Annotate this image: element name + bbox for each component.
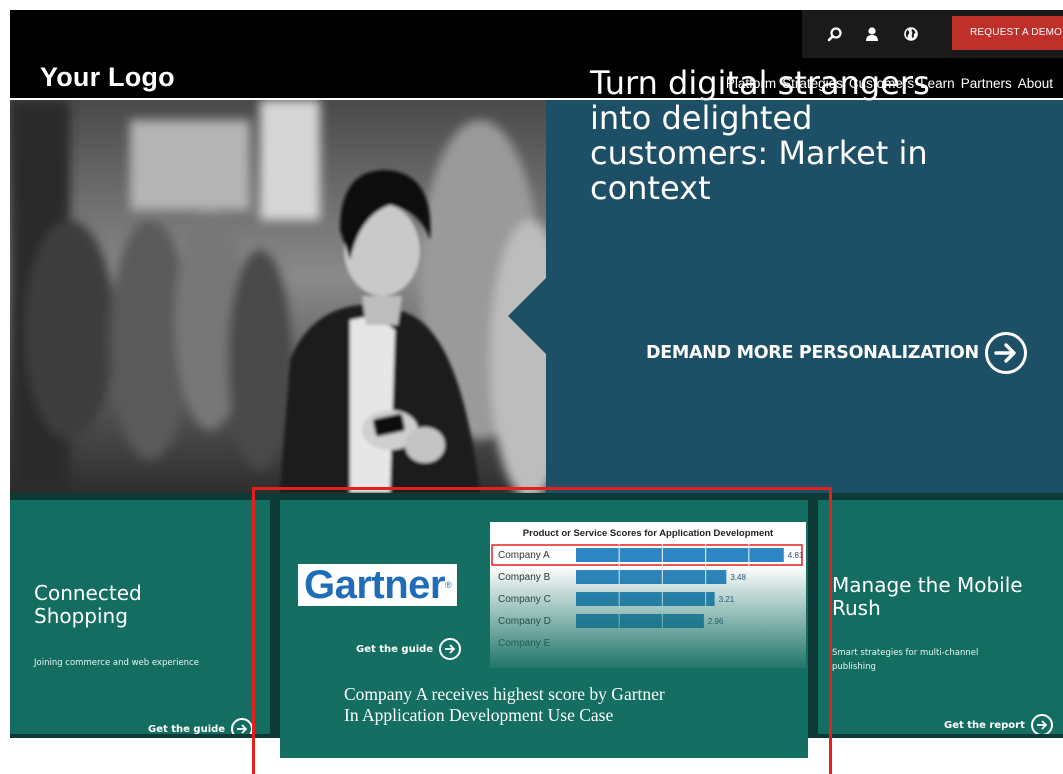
chart-plot: Company A 4.81Company B 3.48Company C 3.21C… <box>491 544 804 654</box>
arrow-right-circle-icon <box>1030 714 1053 734</box>
hero-panel-notch <box>508 276 548 356</box>
arrow-right-circle-icon <box>439 638 462 660</box>
hero-cta-label: DEMAND MORE PERSONALIZATION <box>646 343 979 363</box>
caption-line: In Application Development Use Case <box>344 705 614 725</box>
tile-connected-shopping[interactable]: Connected Shopping Joining commerce and … <box>10 500 270 734</box>
chart-bar <box>576 570 727 584</box>
score-chart: Product or Service Scores for Applicatio… <box>490 522 806 668</box>
arrow-right-circle-icon <box>231 718 254 734</box>
user-icon[interactable] <box>862 24 882 44</box>
tile-heading-line: Shopping <box>34 604 128 628</box>
description-line: publishing <box>832 662 876 672</box>
arrow-right-circle-icon[interactable] <box>984 332 1027 374</box>
tile-heading-line: Manage the Mobile <box>832 573 1023 597</box>
tile-heading-line: Connected <box>34 581 142 605</box>
request-demo-button[interactable]: REQUEST A DEMO <box>952 16 1063 50</box>
gartner-logo-text: Gartner <box>304 563 446 607</box>
get-guide-link[interactable]: Get the guide <box>356 638 462 660</box>
gartner-logo: Gartner® <box>298 563 458 607</box>
chart-bar <box>576 548 784 562</box>
chart-category-label: Company A <box>498 550 550 561</box>
chart-value-label: 2.96 <box>708 617 724 626</box>
tile-mobile-rush[interactable]: Manage the Mobile Rush Smart strategies … <box>818 500 1063 734</box>
tile-heading: Connected Shopping <box>34 582 142 628</box>
hero-title: Turn digital strangers into delighted cu… <box>590 64 930 207</box>
tile-heading: Manage the Mobile Rush <box>832 574 1023 620</box>
get-guide-link[interactable]: Get the guide <box>148 718 254 735</box>
chart-bar <box>576 592 715 606</box>
chart-category-label: Company D <box>498 616 551 627</box>
chart-category-label: Company B <box>498 572 551 583</box>
link-label: Get the guide <box>148 723 226 735</box>
chart-value-label: 3.48 <box>730 573 746 582</box>
tile-description: Joining commerce and web experience <box>34 658 199 668</box>
registered-mark: ® <box>445 580 452 590</box>
chart-bar <box>576 614 704 628</box>
globe-icon[interactable] <box>901 24 921 44</box>
chart-category-label: Company E <box>498 638 551 649</box>
link-label: Get the guide <box>356 643 434 655</box>
get-report-link[interactable]: Get the report <box>944 714 1053 734</box>
chart-category-label: Company C <box>498 594 551 605</box>
caption-line: Company A receives highest score by Gart… <box>344 684 665 704</box>
hero-photo <box>10 100 546 493</box>
gartner-caption: Company A receives highest score by Gart… <box>344 684 784 726</box>
tile-heading-line: Rush <box>832 596 881 620</box>
description-line: Smart strategies for multi-channel <box>832 648 979 658</box>
link-label: Get the report <box>944 719 1025 731</box>
utility-bar: REQUEST A DEMO <box>802 10 1063 58</box>
search-icon[interactable] <box>825 24 845 44</box>
page: Your Logo REQUEST A DEMO Platform Strate… <box>0 0 1063 774</box>
tile-description: Smart strategies for multi-channel publi… <box>832 646 978 674</box>
site-logo[interactable]: Your Logo <box>40 62 175 93</box>
chart-value-label: 3.21 <box>719 595 735 604</box>
tile-gartner[interactable]: Gartner® Get the guide Product or Servic… <box>280 500 808 758</box>
hero-cta-link[interactable]: DEMAND MORE PERSONALIZATION <box>646 332 1027 374</box>
nav-item-about[interactable]: About <box>1018 76 1053 91</box>
